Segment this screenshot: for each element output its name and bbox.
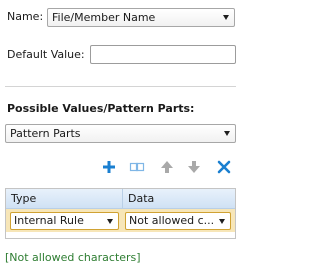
section-divider [5, 86, 236, 87]
chevron-down-icon [107, 219, 113, 224]
column-header-type[interactable]: Type [6, 189, 123, 208]
move-up-icon[interactable] [159, 159, 175, 175]
default-value-input[interactable] [90, 45, 236, 64]
chevron-down-icon [223, 15, 229, 20]
type-cell-value: Internal Rule [14, 214, 84, 227]
name-select[interactable]: File/Member Name [47, 8, 235, 27]
data-cell-select[interactable]: Not allowed c... [125, 212, 231, 230]
table-row[interactable]: Internal Rule Not allowed c... [6, 209, 235, 232]
name-select-value: File/Member Name [52, 11, 156, 24]
grid-header: Type Data [6, 189, 235, 209]
possible-values-select-value: Pattern Parts [10, 127, 81, 140]
chevron-down-icon [219, 219, 225, 224]
move-down-icon[interactable] [186, 159, 202, 175]
possible-values-select[interactable]: Pattern Parts [5, 124, 236, 143]
chevron-down-icon [224, 131, 230, 136]
possible-values-heading: Possible Values/Pattern Parts: [7, 102, 195, 115]
name-label: Name: [7, 10, 44, 23]
add-icon[interactable] [101, 159, 117, 175]
pattern-preview-text: [Not allowed characters] [5, 251, 141, 264]
default-value-label: Default Value: [7, 48, 85, 61]
delete-icon[interactable] [216, 159, 232, 175]
column-header-data[interactable]: Data [123, 189, 235, 208]
pattern-parts-grid: Type Data Internal Rule Not allowed c... [5, 188, 236, 239]
data-cell-value: Not allowed c... [129, 214, 215, 227]
duplicate-icon[interactable] [129, 159, 145, 175]
type-cell-select[interactable]: Internal Rule [10, 212, 119, 230]
